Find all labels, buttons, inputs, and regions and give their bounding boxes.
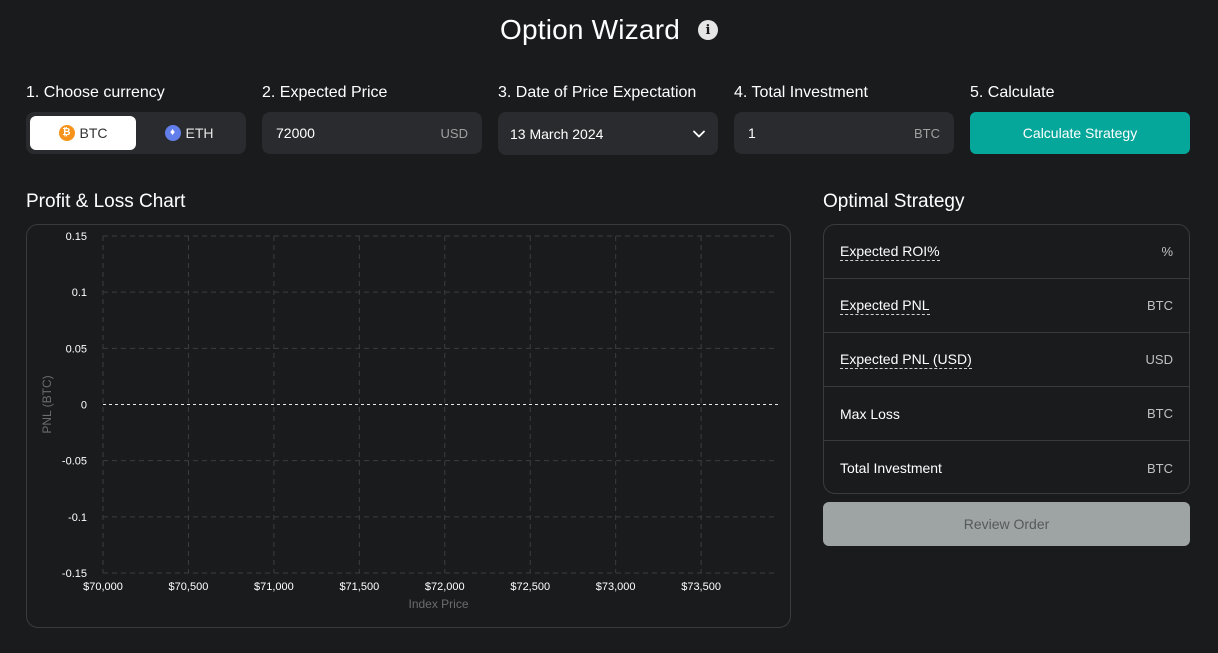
y-tick-label: 0.1: [72, 287, 87, 299]
x-tick-label: $70,500: [169, 581, 209, 593]
step-total-investment: 4. Total Investment BTC: [734, 83, 954, 154]
strategy-row-unit: BTC: [1147, 298, 1173, 313]
strategy-row-label[interactable]: Expected PNL (USD): [840, 351, 972, 369]
strategy-row-max-loss: Max Loss BTC: [824, 387, 1189, 441]
header: Option Wizard i: [0, 14, 1218, 46]
step-label-calculate: 5. Calculate: [970, 84, 1055, 101]
strategy-row-label: Max Loss: [840, 405, 900, 422]
x-tick-label: $72,000: [425, 581, 465, 593]
y-tick-label: 0: [81, 400, 87, 412]
page-title: Option Wizard: [500, 14, 680, 45]
pnl-chart-svg: 0.15 0.1 0.05 0 -0.05 -0.1 -0.15$70,000 $70,500…: [40, 231, 778, 611]
x-tick-label: $73,500: [681, 581, 721, 593]
y-axis-label: PNL (BTC): [40, 375, 54, 433]
strategy-row-total-investment: Total Investment BTC: [824, 441, 1189, 493]
calculate-strategy-button[interactable]: Calculate Strategy: [970, 112, 1190, 154]
y-tick-label: -0.15: [62, 568, 87, 580]
step-label-investment: 4. Total Investment: [734, 84, 868, 101]
x-tick-label: $73,000: [596, 581, 636, 593]
currency-option-eth[interactable]: ♦ ETH: [136, 116, 242, 150]
x-tick-label: $71,500: [339, 581, 379, 593]
x-tick-label: $71,000: [254, 581, 294, 593]
currency-option-label: BTC: [79, 125, 108, 141]
strategy-row-unit: BTC: [1147, 460, 1173, 476]
step-date: 3. Date of Price Expectation 13 March 20…: [498, 83, 718, 155]
strategy-row-unit: USD: [1145, 352, 1173, 367]
price-unit: USD: [440, 125, 468, 141]
y-tick-label: 0.15: [66, 231, 87, 243]
expected-price-field: USD: [262, 112, 482, 154]
y-tick-label: 0.05: [66, 343, 87, 355]
step-expected-price: 2. Expected Price USD: [262, 83, 482, 154]
strategy-row-unit: %: [1161, 244, 1173, 259]
strategy-row-expected-pnl-usd: Expected PNL (USD) USD: [824, 333, 1189, 387]
step-label-currency: 1. Choose currency: [26, 84, 165, 101]
step-choose-currency: 1. Choose currency ₿ BTC ♦ ETH: [26, 83, 246, 154]
strategy-row-label[interactable]: Expected ROI%: [840, 243, 940, 261]
strategy-row-label[interactable]: Expected PNL: [840, 297, 930, 315]
strategy-row-expected-roi: Expected ROI% %: [824, 225, 1189, 279]
step-label-price: 2. Expected Price: [262, 84, 388, 101]
step-calculate: 5. Calculate Calculate Strategy: [970, 83, 1190, 154]
date-select-value: 13 March 2024: [510, 125, 604, 142]
investment-field: BTC: [734, 112, 954, 154]
y-tick-label: -0.1: [68, 512, 87, 524]
info-icon[interactable]: i: [698, 20, 718, 40]
pnl-chart: 0.15 0.1 0.05 0 -0.05 -0.1 -0.15 $70,000 $70,500…: [26, 224, 791, 628]
optimal-strategy-table: Expected ROI% % Expected PNL BTC Expecte…: [823, 224, 1190, 494]
y-tick-label: -0.05: [62, 456, 87, 468]
expected-price-input[interactable]: [276, 125, 441, 141]
currency-option-label: ETH: [185, 125, 214, 141]
btc-coin-icon: ₿: [58, 125, 75, 141]
option-wizard-page: Option Wizard i 1. Choose currency ₿ BTC…: [0, 0, 1218, 653]
chevron-down-icon: [693, 130, 705, 137]
review-order-button[interactable]: Review Order: [823, 502, 1190, 546]
currency-option-btc[interactable]: ₿ BTC: [30, 116, 136, 150]
strategy-row-unit: BTC: [1147, 406, 1173, 421]
eth-coin-icon: ♦: [164, 125, 181, 141]
x-axis-label: Index Price: [408, 597, 468, 611]
x-tick-label: $72,500: [510, 581, 550, 593]
optimal-strategy-title: Optimal Strategy: [823, 191, 965, 212]
pnl-chart-title: Profit & Loss Chart: [26, 191, 186, 212]
strategy-row-expected-pnl: Expected PNL BTC: [824, 279, 1189, 333]
investment-unit: BTC: [914, 125, 940, 141]
step-label-date: 3. Date of Price Expectation: [498, 84, 697, 101]
currency-toggle: ₿ BTC ♦ ETH: [26, 112, 246, 154]
date-select[interactable]: 13 March 2024: [498, 112, 718, 155]
x-tick-label: $70,000: [83, 581, 123, 593]
investment-input[interactable]: [748, 125, 914, 141]
strategy-row-label: Total Investment: [840, 460, 942, 476]
